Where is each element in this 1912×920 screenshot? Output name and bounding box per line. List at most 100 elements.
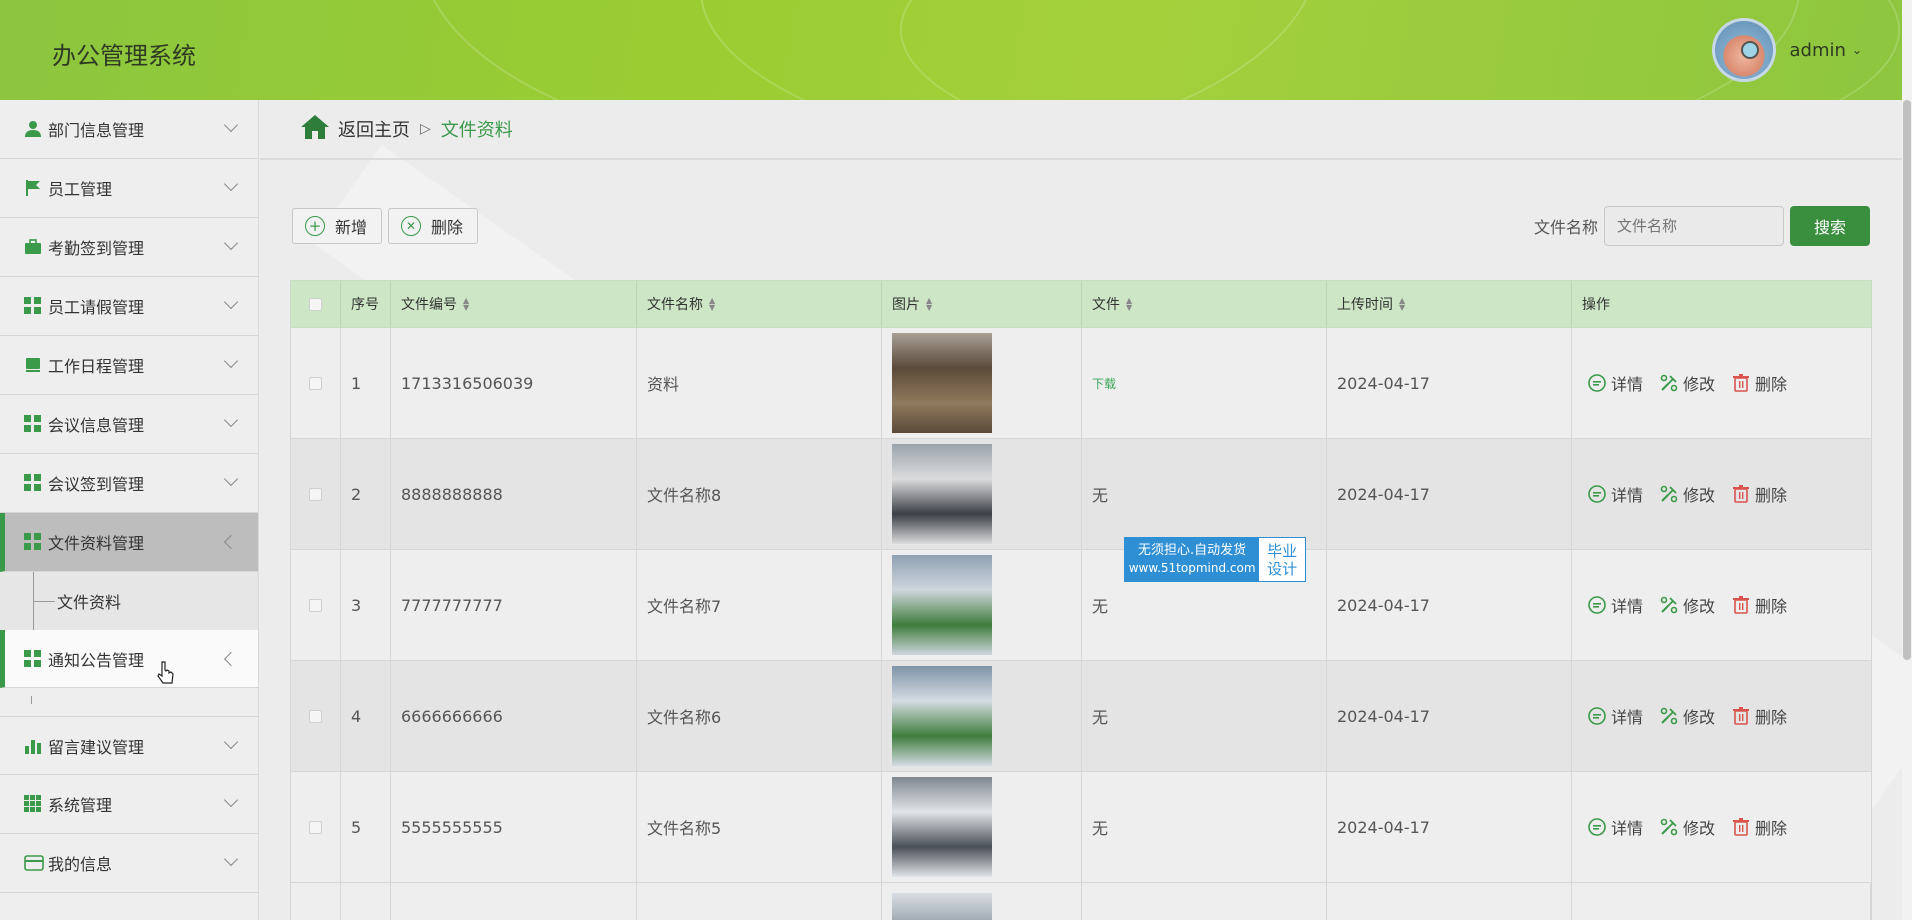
row-delete-button[interactable]: 删除 xyxy=(1731,815,1787,839)
column-header-file[interactable]: 文件 ▲ ▼ xyxy=(1082,281,1327,327)
sidebar-item-documents[interactable]: 文件资料管理 xyxy=(0,513,258,572)
row-delete-button[interactable]: 删除 xyxy=(1731,482,1787,506)
cell-index: 3 xyxy=(341,550,391,660)
sidebar-item-label: 员工请假管理 xyxy=(48,298,145,317)
row-actions: 详情 修改 删除 xyxy=(1587,815,1787,839)
select-all-checkbox[interactable] xyxy=(309,297,322,311)
cell-time: 2024-04-17 xyxy=(1327,550,1572,660)
cell-code-text: 5555555555 xyxy=(401,817,503,837)
sidebar-item-employee[interactable]: 员工管理 xyxy=(0,159,258,218)
detail-button[interactable]: 详情 xyxy=(1587,371,1643,395)
column-header-image[interactable]: 图片 ▲ ▼ xyxy=(882,281,1082,327)
action-label: 详情 xyxy=(1611,375,1644,394)
sidebar-item-attendance[interactable]: 考勤签到管理 xyxy=(0,218,258,277)
sidebar-item-meeting[interactable]: 会议信息管理 xyxy=(0,395,258,454)
edit-button[interactable]: 修改 xyxy=(1659,704,1715,728)
column-header-time[interactable]: 上传时间 ▲ ▼ xyxy=(1327,281,1572,327)
main-content: 返回主页 ▷ 文件资料 + 新增 ✕ 删除 文件名称 搜索 序号 文件编号 ▲▼ xyxy=(260,100,1902,920)
cell-actions: 详情 修改 删除 xyxy=(1572,661,1871,771)
thumbnail-image[interactable] xyxy=(892,777,992,877)
detail-button[interactable]: 详情 xyxy=(1587,593,1643,617)
row-delete-button[interactable]: 删除 xyxy=(1731,371,1787,395)
search-button[interactable]: 搜索 xyxy=(1790,206,1870,246)
breadcrumb-home-link[interactable]: 返回主页 xyxy=(338,116,410,142)
column-header-name[interactable]: 文件名称 ▲ ▼ xyxy=(637,281,882,327)
top-header: 办公管理系统 admin ⌄ xyxy=(0,0,1902,100)
toolbar: + 新增 ✕ 删除 xyxy=(292,208,479,244)
submenu-item-label: 文件资料 xyxy=(57,593,122,612)
page-scrollbar[interactable] xyxy=(1902,0,1912,920)
chevron-down-icon: ⌄ xyxy=(1851,43,1862,57)
watermark-badge[interactable]: 无须担心.自动发货 www.51topmind.com 毕业 设计 xyxy=(1124,537,1306,582)
avatar[interactable] xyxy=(1711,18,1776,82)
sidebar-item-schedule[interactable]: 工作日程管理 xyxy=(0,336,258,395)
column-header-label: 文件 xyxy=(1092,297,1120,313)
edit-button[interactable]: 修改 xyxy=(1659,482,1715,506)
sidebar-item-notice[interactable]: 通知公告管理 xyxy=(0,630,258,688)
thumbnail-image[interactable] xyxy=(892,555,992,655)
row-checkbox[interactable] xyxy=(309,487,322,501)
edit-button[interactable]: 修改 xyxy=(1659,815,1715,839)
data-table: 序号 文件编号 ▲ ▼ 文件名称 ▲ ▼ 图片 ▲ ▼ 文件 ▲ ▼ 上传时间 ▲ ▼ 操… xyxy=(290,280,1872,920)
detail-button[interactable]: 详情 xyxy=(1587,704,1643,728)
table-row: 4 6666666666 文件名称6 无 2024-04-17 详情 修改 删除 xyxy=(290,661,1872,772)
sidebar-item-leave[interactable]: 员工请假管理 xyxy=(0,277,258,336)
sort-icon[interactable]: ▲ ▼ xyxy=(1399,296,1405,311)
chevron-down-icon xyxy=(223,471,239,487)
wrench-icon xyxy=(1659,706,1679,726)
detail-button[interactable]: 详情 xyxy=(1587,482,1643,506)
trash-icon xyxy=(1731,706,1751,726)
table-row-partial xyxy=(290,883,1872,920)
row-delete-button[interactable]: 删除 xyxy=(1731,704,1787,728)
action-label: 修改 xyxy=(1683,375,1716,394)
action-label: 修改 xyxy=(1683,708,1716,727)
cell-actions: 详情 修改 删除 xyxy=(1572,772,1871,882)
delete-button[interactable]: ✕ 删除 xyxy=(388,208,479,244)
user-menu[interactable]: admin ⌄ xyxy=(1711,18,1862,82)
cell-partial xyxy=(341,883,391,920)
detail-button[interactable]: 详情 xyxy=(1587,815,1643,839)
cell-code-text: 7777777777 xyxy=(401,595,503,615)
scrollbar-thumb[interactable] xyxy=(1903,100,1911,660)
thumbnail-image[interactable] xyxy=(892,666,992,766)
sidebar-item-meeting-signin[interactable]: 会议签到管理 xyxy=(0,454,258,513)
cell-name-text: 文件名称6 xyxy=(647,708,722,727)
thumbnail-image[interactable] xyxy=(892,333,992,433)
row-checkbox-cell xyxy=(291,439,341,549)
chevron-left-icon xyxy=(223,534,239,550)
trash-icon xyxy=(1731,373,1751,393)
edit-button[interactable]: 修改 xyxy=(1659,593,1715,617)
sidebar: 部门信息管理 员工管理 考勤签到管理 员工请假管理 工作日程管理 会议信息管理 … xyxy=(0,100,259,920)
edit-button[interactable]: 修改 xyxy=(1659,371,1715,395)
row-checkbox[interactable] xyxy=(309,709,322,723)
thumbnail-image[interactable] xyxy=(892,444,992,544)
sidebar-item-feedback[interactable]: 留言建议管理 xyxy=(0,716,258,775)
row-delete-button[interactable]: 删除 xyxy=(1731,593,1787,617)
action-label: 详情 xyxy=(1611,708,1644,727)
search-input[interactable] xyxy=(1604,206,1784,246)
submenu-item-documents[interactable]: 文件资料 xyxy=(0,572,258,630)
row-checkbox[interactable] xyxy=(309,376,322,390)
column-header-code[interactable]: 文件编号 ▲ ▼ xyxy=(391,281,637,327)
watermark-text: 无须担心.自动发货 www.51topmind.com xyxy=(1125,538,1259,581)
add-button[interactable]: + 新增 xyxy=(292,208,383,244)
row-checkbox[interactable] xyxy=(309,820,322,834)
sidebar-item-system[interactable]: 系统管理 xyxy=(0,775,258,834)
sort-icon[interactable]: ▲ ▼ xyxy=(463,296,469,311)
briefcase-icon xyxy=(24,238,42,256)
sort-icon[interactable]: ▲ ▼ xyxy=(709,296,715,311)
sidebar-item-department[interactable]: 部门信息管理 xyxy=(0,100,258,159)
cell-time-text: 2024-04-17 xyxy=(1337,373,1430,393)
row-checkbox[interactable] xyxy=(309,598,322,612)
cell-name: 文件名称5 xyxy=(637,772,882,882)
thumbnail-image[interactable] xyxy=(892,892,992,920)
sort-icon[interactable]: ▲ ▼ xyxy=(926,296,932,311)
download-link[interactable]: 下载 xyxy=(1092,375,1116,392)
sort-icon[interactable]: ▲ ▼ xyxy=(1126,296,1132,311)
sidebar-item-label: 文件资料管理 xyxy=(48,534,145,553)
sidebar-item-myinfo[interactable]: 我的信息 xyxy=(0,834,258,893)
username[interactable]: admin xyxy=(1790,40,1846,61)
cell-code: 5555555555 xyxy=(391,772,637,882)
home-icon[interactable] xyxy=(300,114,330,144)
wrench-icon xyxy=(1659,595,1679,615)
